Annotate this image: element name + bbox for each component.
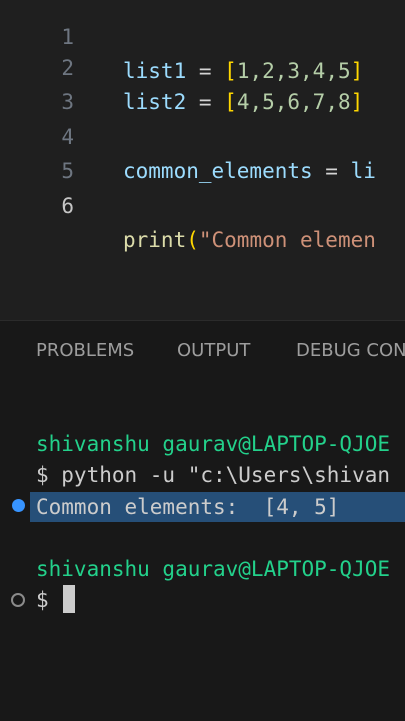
token-string: "Common elemen: [198, 228, 376, 252]
command-success-dot-icon[interactable]: [12, 499, 25, 512]
tab-output[interactable]: OUTPUT: [177, 339, 250, 363]
code-line-3[interactable]: 3: [0, 51, 405, 114]
terminal-prompt-user-2: shivanshu gaurav@LAPTOP-QJOE: [36, 557, 391, 581]
code-line-6[interactable]: 6 print("Common elemen: [0, 155, 405, 252]
code-line-4[interactable]: 4 common_elements = li: [0, 86, 405, 183]
code-line-2[interactable]: 2 list2 = [4,5,6,7,8]: [0, 17, 405, 114]
line-number-6: 6: [61, 194, 74, 218]
tab-problems[interactable]: PROBLEMS: [36, 339, 134, 363]
terminal-output: Common elements: [4, 5]: [36, 495, 340, 519]
terminal-prompt-user: shivanshu gaurav@LAPTOP-QJOE: [36, 432, 391, 456]
bottom-panel: PROBLEMS OUTPUT DEBUG CON shivanshu gaur…: [0, 320, 405, 721]
code-editor[interactable]: 1 list1 = [1,2,3,4,5] 2 list2 = [4,5,6,7…: [0, 0, 405, 320]
command-pending-dot-icon[interactable]: [11, 593, 25, 607]
prompt-symbol: $: [36, 588, 49, 612]
tab-debug-console[interactable]: DEBUG CON: [296, 339, 405, 363]
terminal-command: $ python -u "c:\Users\shivan: [36, 463, 391, 487]
code-line-5[interactable]: 5: [0, 120, 405, 183]
terminal-cursor: [62, 585, 75, 613]
token-function: print: [123, 228, 187, 252]
terminal-input-line[interactable]: $: [36, 585, 75, 615]
token-paren-open: (: [186, 228, 199, 252]
